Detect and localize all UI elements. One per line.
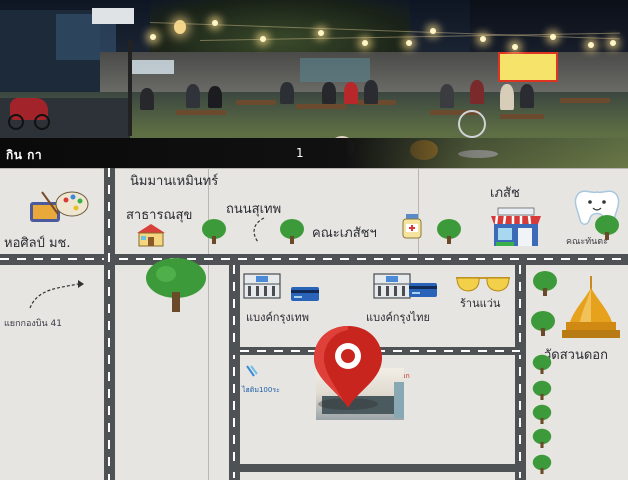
pagoda-icon	[562, 276, 620, 338]
top-sign	[92, 8, 134, 24]
person	[520, 84, 534, 108]
person	[364, 80, 378, 104]
road-centerline	[233, 265, 235, 480]
location-pin-icon[interactable]	[310, 324, 386, 412]
bank-icon	[373, 273, 411, 299]
light-bulb	[318, 30, 324, 36]
light-bulb	[430, 28, 436, 34]
tree-icon	[595, 215, 619, 240]
storefront-window	[394, 382, 404, 418]
label-optical-shop: ร้านแว่น	[460, 297, 501, 310]
label-pharmacy: เภสัช	[490, 186, 520, 201]
light-bulb	[550, 34, 556, 40]
bank-icon	[243, 273, 281, 299]
road-centerline	[108, 168, 110, 480]
person	[470, 80, 484, 104]
art-palette-icon	[30, 191, 89, 222]
guide-line	[0, 168, 628, 169]
light-bulb	[610, 40, 616, 46]
map-dashed-arrow-icon	[29, 280, 84, 309]
map-infographic: กิน กา 1 นิมมานเหมินทร์ สาธารณสุข ถนนสุเ…	[0, 0, 628, 480]
person	[208, 86, 222, 108]
credit-card-icon	[291, 287, 319, 301]
label-small-shop: ไฮติม100ระ	[242, 386, 280, 394]
guide-line	[208, 168, 209, 480]
road-centerline	[519, 265, 521, 480]
label-art-museum: หอศิลป์ มช.	[4, 236, 71, 251]
light-bulb	[212, 20, 218, 26]
sunglasses-icon	[456, 277, 510, 292]
photo-caption-tail: 1	[296, 146, 304, 160]
fan	[458, 110, 486, 138]
table	[500, 114, 544, 119]
light-bulb	[260, 36, 266, 42]
person	[500, 84, 514, 110]
motorcycle-wheel	[34, 114, 50, 130]
table	[560, 98, 610, 103]
light-bulb	[588, 42, 594, 48]
road-centerline	[0, 258, 628, 260]
tree-icon	[280, 219, 304, 244]
tree-icon	[202, 219, 226, 244]
label-bangkok-bank: แบงค์กรุงเทพ	[246, 311, 310, 324]
light-bulb	[512, 44, 518, 50]
shop-banner	[498, 52, 558, 82]
tree-icon	[532, 454, 552, 474]
inner-road	[229, 464, 526, 472]
caption-strip	[0, 138, 628, 168]
shop-icon	[246, 365, 258, 377]
person	[440, 84, 454, 108]
label-wat-suan-dok: วัดสวนดอก	[544, 348, 608, 363]
label-soi-41: แยกกองบิน 41	[4, 319, 62, 329]
stall	[300, 58, 370, 82]
table	[236, 100, 276, 105]
table	[296, 104, 346, 109]
person	[322, 82, 336, 104]
map-dashed-arrow-icon	[253, 217, 265, 243]
label-nimman: นิมมานเหมินทร์	[130, 174, 219, 189]
medicine-bottle-icon	[402, 214, 422, 239]
house-icon	[137, 224, 165, 247]
light-bulb	[480, 36, 486, 42]
street-map: นิมมานเหมินทร์ สาธารณสุข ถนนสุเทพ คณะเภส…	[0, 168, 628, 480]
restaurant-photo: กิน กา 1	[0, 0, 628, 168]
credit-card-icon	[409, 283, 437, 297]
light-bulb	[150, 34, 156, 40]
person	[344, 82, 358, 104]
light-bulb	[406, 40, 412, 46]
photo-caption: กิน กา	[6, 148, 43, 162]
motorcycle-wheel	[8, 114, 24, 130]
person	[280, 82, 294, 104]
tree-icon	[532, 428, 552, 448]
tree-icon	[146, 258, 206, 312]
tree-icon	[531, 311, 555, 336]
label-pharmacy-faculty: คณะเภสัชฯ	[312, 226, 377, 241]
tree-icon	[532, 404, 552, 424]
table	[176, 110, 226, 115]
pharmacy-shop-icon	[491, 207, 541, 246]
tree-icon	[437, 219, 461, 244]
person	[186, 84, 200, 108]
person	[140, 88, 154, 110]
tree-icon	[533, 271, 557, 296]
tree-icon	[532, 354, 552, 374]
wall-sign	[130, 60, 174, 74]
lamp-post	[128, 40, 132, 136]
light-bulb	[362, 40, 368, 46]
tree-icon	[532, 380, 552, 400]
